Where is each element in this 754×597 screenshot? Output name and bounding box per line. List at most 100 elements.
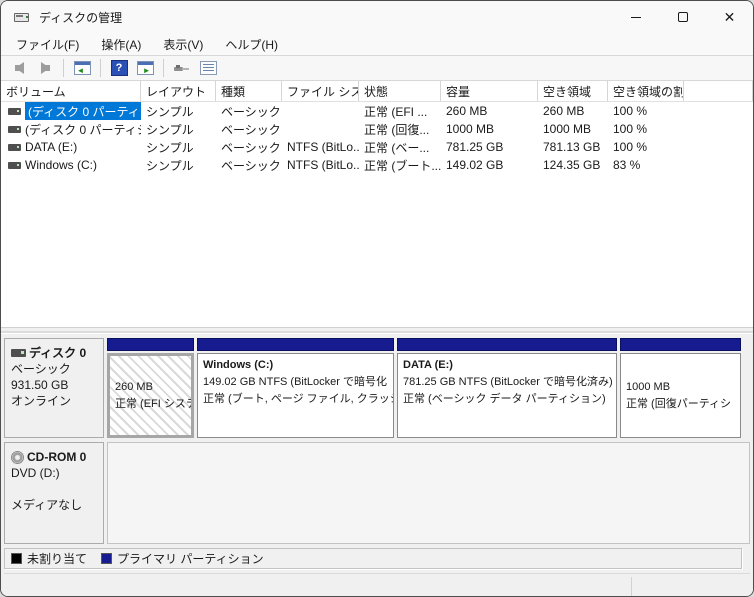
cell-free-pct: 100 % — [613, 140, 648, 154]
forward-button[interactable] — [33, 57, 57, 79]
status-bar-divider — [631, 577, 632, 596]
partition-color-bar — [620, 338, 741, 351]
volume-name: (ディスク 0 パーティシ... — [25, 122, 141, 137]
column-header-type[interactable]: 種類 — [216, 81, 282, 101]
disk0-kind: ベーシック — [11, 362, 71, 376]
properties-icon — [199, 61, 217, 75]
column-header-blank — [684, 81, 753, 101]
column-header-capacity[interactable]: 容量 — [441, 81, 538, 101]
volume-row-efi[interactable]: (ディスク 0 パーティシ... シンプル ベーシック 正常 (EFI ... … — [1, 102, 753, 120]
cell-fs: NTFS (BitLo... — [287, 158, 359, 172]
partition-color-bar — [197, 338, 394, 351]
column-header-status[interactable]: 状態 — [359, 81, 441, 101]
partition-efi[interactable]: 260 MB 正常 (EFI システ — [107, 338, 194, 438]
legend-bar: 未割り当て プライマリ パーティション — [4, 548, 742, 569]
column-header-free[interactable]: 空き領域 — [538, 81, 608, 101]
column-header-layout[interactable]: レイアウト — [141, 81, 216, 101]
unallocated-swatch — [11, 553, 22, 564]
app-icon — [14, 11, 30, 24]
volume-icon — [8, 107, 21, 115]
cdrom-name: CD-ROM 0 — [27, 450, 87, 464]
partition-size: 149.02 GB NTFS (BitLocker で暗号化 — [203, 376, 387, 388]
cell-type: ベーシック — [221, 122, 281, 137]
cdrom-row: CD-ROM 0 DVD (D:) メディアなし — [4, 442, 750, 544]
help-button[interactable]: ? — [107, 57, 131, 79]
menu-action[interactable]: 操作(A) — [90, 34, 152, 55]
legend-unallocated: 未割り当て — [11, 550, 87, 567]
console-tree-icon: ◄ — [73, 61, 91, 75]
maximize-icon — [677, 12, 688, 22]
disk-icon — [11, 349, 26, 357]
legend-primary-label: プライマリ パーティション — [117, 552, 264, 566]
cell-free: 781.13 GB — [543, 140, 601, 154]
menu-help[interactable]: ヘルプ(H) — [214, 34, 289, 55]
menu-file[interactable]: ファイル(F) — [5, 34, 90, 55]
partition-recovery[interactable]: 1000 MB 正常 (回復パーティシ — [620, 338, 741, 438]
volume-name-selected: (ディスク 0 パーティシ... — [25, 102, 141, 120]
disk0-size: 931.50 GB — [11, 378, 69, 392]
disk0-header[interactable]: ディスク 0 ベーシック 931.50 GB オンライン — [4, 338, 104, 438]
partition-status: 正常 (ベーシック データ パーティション) — [403, 393, 606, 405]
properties-button[interactable] — [196, 57, 220, 79]
volume-row-windows[interactable]: Windows (C:) シンプル ベーシック NTFS (BitLo... 正… — [1, 156, 753, 174]
forward-icon — [40, 62, 50, 74]
cell-layout: シンプル — [146, 122, 194, 137]
partition-status: 正常 (回復パーティシ — [626, 397, 732, 410]
cell-layout: シンプル — [146, 104, 194, 119]
cell-type: ベーシック — [221, 104, 281, 119]
partition-size: 260 MB — [115, 380, 153, 393]
back-button[interactable] — [7, 57, 31, 79]
cell-type: ベーシック — [221, 158, 281, 173]
cdrom-drive: DVD (D:) — [11, 466, 60, 480]
partition-windows-body[interactable]: Windows (C:) 149.02 GB NTFS (BitLocker で… — [197, 353, 394, 438]
maximize-button[interactable] — [659, 1, 706, 33]
volume-row-data[interactable]: DATA (E:) シンプル ベーシック NTFS (BitLo... 正常 (… — [1, 138, 753, 156]
action-tool-button[interactable] — [170, 57, 194, 79]
volume-icon — [8, 125, 21, 133]
cdrom-header[interactable]: CD-ROM 0 DVD (D:) メディアなし — [4, 442, 104, 544]
volume-row-recovery[interactable]: (ディスク 0 パーティシ... シンプル ベーシック 正常 (回復... 10… — [1, 120, 753, 138]
show-console-tree-button[interactable]: ◄ — [70, 57, 94, 79]
minimize-button[interactable] — [612, 1, 659, 33]
partition-label: DATA (E:) — [403, 359, 453, 371]
graphical-view-pane: ディスク 0 ベーシック 931.50 GB オンライン 260 MB 正常 (… — [1, 334, 753, 596]
cell-status: 正常 (回復... — [364, 122, 430, 137]
partition-status: 正常 (ブート, ページ ファイル, クラッシュ — [203, 393, 394, 405]
cdrom-track — [107, 442, 750, 544]
close-button[interactable]: ✕ — [706, 1, 753, 33]
disk0-track: 260 MB 正常 (EFI システ Windows (C:) 149.02 G… — [104, 338, 750, 438]
cell-layout: シンプル — [146, 158, 194, 173]
cell-blank — [684, 138, 753, 156]
partition-color-bar — [397, 338, 617, 351]
partition-size: 781.25 GB NTFS (BitLocker で暗号化済み) — [403, 376, 613, 388]
legend-primary: プライマリ パーティション — [101, 550, 264, 567]
partition-efi-body[interactable]: 260 MB 正常 (EFI システ — [107, 353, 194, 438]
disk-management-window: ディスクの管理 ✕ ファイル(F) 操作(A) 表示(V) ヘルプ(H) ◄ ?… — [0, 0, 754, 597]
status-bar — [4, 573, 750, 596]
column-header-free-pct[interactable]: 空き領域の割... — [608, 81, 684, 101]
cell-fs — [282, 120, 359, 138]
cell-capacity: 260 MB — [446, 104, 488, 118]
column-header-volume[interactable]: ボリューム — [1, 81, 141, 101]
pane-splitter[interactable] — [1, 327, 753, 334]
partition-color-bar — [107, 338, 194, 351]
column-header-filesystem[interactable]: ファイル システム — [282, 81, 359, 101]
cell-layout: シンプル — [146, 140, 194, 155]
partition-label: Windows (C:) — [203, 359, 274, 371]
cell-status: 正常 (EFI ... — [364, 104, 428, 119]
detach-window-icon: ► — [136, 61, 154, 75]
title-bar: ディスクの管理 ✕ — [1, 1, 753, 33]
partition-data[interactable]: DATA (E:) 781.25 GB NTFS (BitLocker で暗号化… — [397, 338, 617, 438]
partition-recovery-body[interactable]: 1000 MB 正常 (回復パーティシ — [620, 353, 741, 438]
disk0-name: ディスク 0 — [29, 346, 87, 360]
partition-windows[interactable]: Windows (C:) 149.02 GB NTFS (BitLocker で… — [197, 338, 394, 438]
primary-partition-swatch — [101, 553, 113, 564]
toolbar-separator — [163, 59, 164, 77]
partition-data-body[interactable]: DATA (E:) 781.25 GB NTFS (BitLocker で暗号化… — [397, 353, 617, 438]
cdrom-media: メディアなし — [11, 498, 83, 512]
detach-window-button[interactable]: ► — [133, 57, 157, 79]
menu-view[interactable]: 表示(V) — [152, 34, 214, 55]
cell-type: ベーシック — [221, 140, 281, 155]
cell-capacity: 149.02 GB — [446, 158, 504, 172]
volume-name: DATA (E:) — [25, 140, 78, 154]
